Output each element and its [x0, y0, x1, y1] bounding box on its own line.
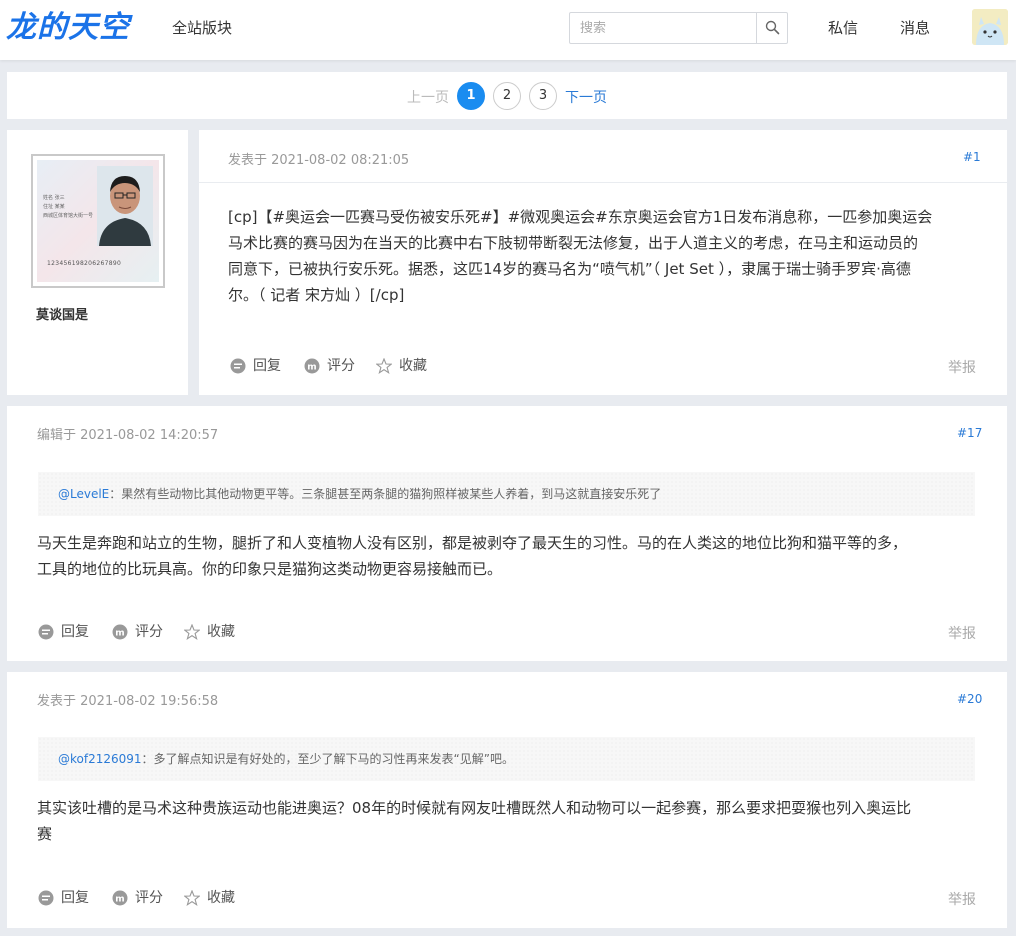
quote-block: @kof2126091：多了解点知识是有好处的，至少了解下马的习性再来发表“见解…	[38, 737, 975, 781]
divider	[199, 182, 1007, 183]
star-icon	[184, 890, 200, 906]
content-line: 同意下，已被执行安乐死。据悉，这匹14岁的赛马名为“喷气机”（ Jet Set …	[228, 260, 911, 278]
floor-number[interactable]: #20	[957, 692, 982, 706]
post-date: 发表于 2021-08-02 08:21:05	[228, 153, 410, 168]
content-line: 其实该吐槽的是马术这种贵族运动也能进奥运？08年的时候就有网友吐槽既然人和动物可…	[37, 799, 912, 817]
rate-label: 评分	[135, 890, 163, 906]
svg-text:m: m	[115, 629, 124, 639]
reply-post: 编辑于 2021-08-02 14:20:57 #17 @LevelE：果然有些…	[7, 406, 1007, 661]
post-actions: 回复 m 评分 收藏	[38, 888, 338, 908]
floor-number[interactable]: #17	[957, 426, 982, 440]
page-2-button[interactable]: 2	[493, 82, 521, 110]
reply-post: 发表于 2021-08-02 19:56:58 #20 @kof2126091：…	[7, 672, 1007, 928]
search-input[interactable]	[570, 13, 757, 43]
quoted-user-link[interactable]: @kof2126091	[58, 752, 142, 766]
quote-text: ：果然有些动物比其他动物更平等。三条腿甚至两条腿的猫狗照样被某些人养着，到马这就…	[109, 487, 662, 501]
avatar-cartoon-icon	[972, 9, 1008, 45]
content-line: 马术比赛的赛马因为在当天的比赛中右下肢韧带断裂无法修复，出于人道主义的考虑，在马…	[228, 234, 919, 252]
post-content: [cp]【#奥运会一匹赛马受伤被安乐死#】#微观奥运会#东京奥运会官方1日发布消…	[228, 204, 988, 308]
rate-label: 评分	[327, 358, 355, 374]
op-avatar[interactable]: 姓名 张三 住址 某某 西城区体育馆大街一号 12345619820626789…	[31, 154, 165, 288]
quote-text: ：多了解点知识是有好处的，至少了解下马的习性再来发表“见解”吧。	[141, 752, 514, 766]
prev-page-link: 上一页	[407, 90, 449, 106]
id-line-3: 西城区体育馆大街一号	[43, 213, 94, 219]
post-content: 其实该吐槽的是马术这种贵族运动也能进奥运？08年的时候就有网友吐槽既然人和动物可…	[37, 795, 997, 847]
floor-number[interactable]: #1	[963, 150, 981, 164]
page-3-button[interactable]: 3	[529, 82, 557, 110]
reply-icon	[230, 358, 246, 374]
op-username[interactable]: 莫谈国是	[36, 304, 88, 323]
favorite-label: 收藏	[207, 624, 235, 640]
content-line: 马天生是奔跑和站立的生物，腿折了和人变植物人没有区别，都是被剥夺了最天生的习性。…	[37, 534, 908, 552]
star-icon	[376, 358, 392, 374]
content-line: 尔。（ 记者 宋方灿 ）[/cp]	[228, 286, 405, 304]
report-link[interactable]: 举报	[948, 889, 976, 909]
content-line: [cp]【#奥运会一匹赛马受伤被安乐死#】#微观奥运会#东京奥运会官方1日发布消…	[228, 208, 933, 226]
reply-label: 回复	[253, 358, 281, 374]
rate-icon: m	[112, 890, 128, 906]
id-card-image: 姓名 张三 住址 某某 西城区体育馆大街一号 12345619820626789…	[37, 160, 159, 282]
id-number: 123456198206267890	[47, 260, 122, 267]
reply-icon	[38, 890, 54, 906]
top-header: 龙的天空 全站版块 私信 消息	[0, 0, 1016, 60]
post-date: 发表于 2021-08-02 19:56:58	[37, 694, 219, 709]
quoted-user-link[interactable]: @LevelE	[58, 487, 109, 501]
reply-icon	[38, 624, 54, 640]
favorite-label: 收藏	[399, 358, 427, 374]
next-page-link[interactable]: 下一页	[565, 87, 607, 107]
op-user-card: 姓名 张三 住址 某某 西城区体育馆大街一号 12345619820626789…	[7, 130, 188, 395]
post-content: 马天生是奔跑和站立的生物，腿折了和人变植物人没有区别，都是被剥夺了最天生的习性。…	[37, 530, 997, 582]
user-avatar[interactable]	[972, 9, 1008, 45]
quote-block: @LevelE：果然有些动物比其他动物更平等。三条腿甚至两条腿的猫狗照样被某些人…	[38, 472, 975, 516]
nav-all-boards-link[interactable]: 全站版块	[172, 17, 232, 38]
search-box	[569, 12, 788, 44]
star-icon	[184, 624, 200, 640]
reply-label: 回复	[61, 624, 89, 640]
id-line-1: 姓名 张三	[43, 195, 65, 201]
post-date: 编辑于 2021-08-02 14:20:57	[37, 428, 219, 443]
op-post: 发表于 2021-08-02 08:21:05 #1 [cp]【#奥运会一匹赛马…	[199, 130, 1007, 395]
svg-text:m: m	[115, 895, 124, 905]
post-actions: 回复 m 评分 收藏	[38, 622, 338, 642]
site-logo[interactable]: 龙的天空	[6, 10, 130, 46]
report-link[interactable]: 举报	[948, 357, 976, 377]
rate-label: 评分	[135, 624, 163, 640]
search-button[interactable]	[756, 13, 787, 43]
favorite-label: 收藏	[207, 890, 235, 906]
post-actions: 回复 m 评分 收藏	[230, 356, 530, 376]
id-line-2: 住址 某某	[43, 204, 65, 210]
content-line: 赛	[37, 825, 53, 843]
reply-label: 回复	[61, 890, 89, 906]
report-link[interactable]: 举报	[948, 623, 976, 643]
page-1-button[interactable]: 1	[457, 82, 485, 110]
private-messages-link[interactable]: 私信	[828, 17, 858, 38]
search-icon	[765, 20, 780, 35]
id-photo-face-icon	[97, 166, 153, 246]
rate-icon: m	[112, 624, 128, 640]
notifications-link[interactable]: 消息	[900, 17, 930, 38]
rate-icon: m	[304, 358, 320, 374]
content-line: 工具的地位的比玩具高。你的印象只是猫狗这类动物更容易接触而已。	[37, 560, 503, 578]
svg-text:m: m	[307, 363, 316, 373]
pagination-bar: 上一页 1 2 3 下一页	[7, 72, 1007, 119]
